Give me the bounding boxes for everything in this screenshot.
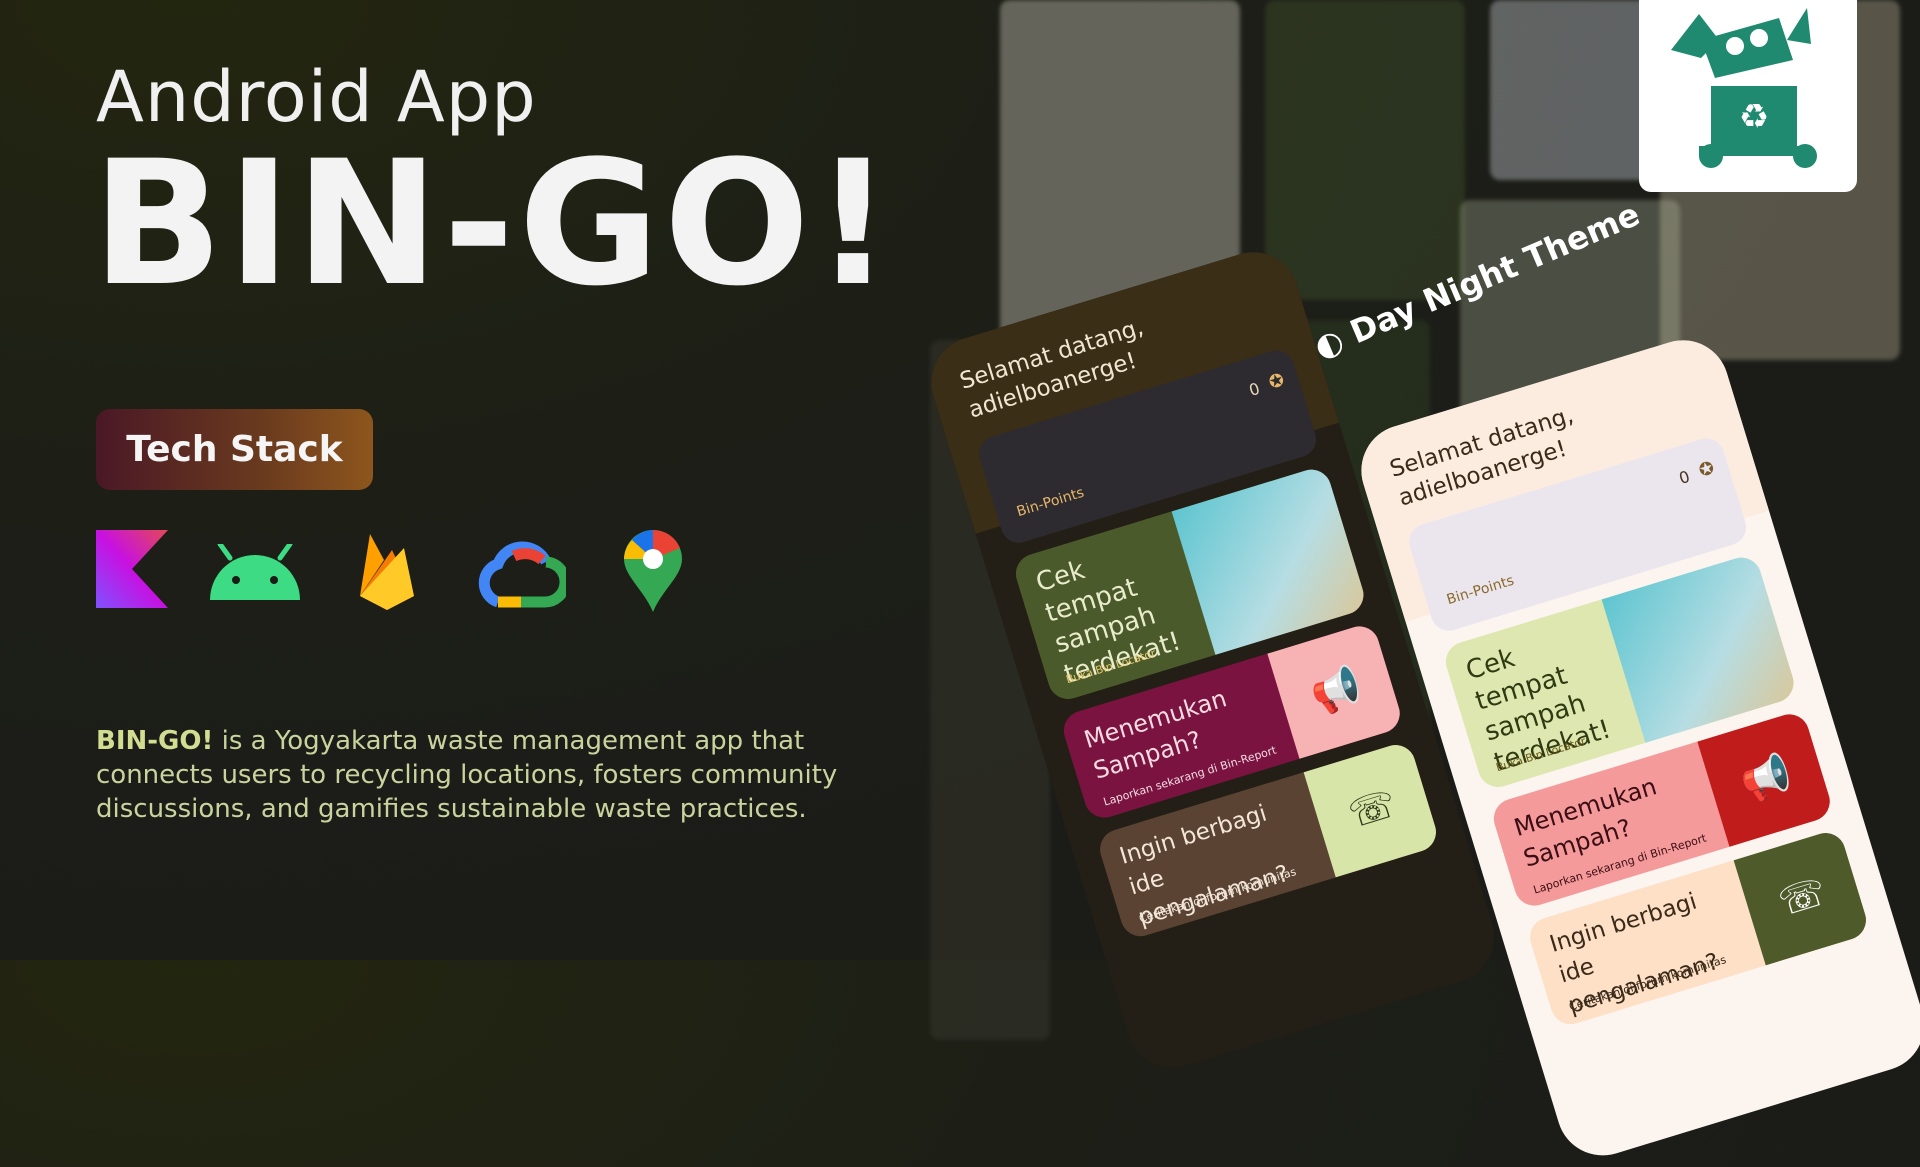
brand-name: BIN-GO! [96, 726, 214, 756]
points-label: Bin-Points [1014, 484, 1086, 521]
bin-robot-icon: ♻ [1671, 8, 1817, 168]
app-description: BIN-GO! is a Yogyakarta waste management… [96, 724, 856, 826]
app-title: BIN-GO! [92, 123, 897, 324]
megaphone-box: 📢 [1267, 621, 1405, 759]
points-label: Bin-Points [1444, 572, 1516, 609]
bingo-logo: ♻ [1639, 0, 1857, 192]
google-maps-icon [624, 530, 682, 612]
google-cloud-icon [478, 541, 566, 608]
card2-title: Menemukan Sampah? [1080, 684, 1230, 785]
coin-icon: ✪ [1266, 369, 1287, 394]
discussion-icon: ☏ [1773, 868, 1832, 925]
forum-box: ☏ [1733, 828, 1871, 966]
android-icon [210, 544, 300, 600]
forum-box: ☏ [1303, 740, 1441, 878]
tech-stack-badge: Tech Stack [96, 409, 373, 490]
card2-title: Menemukan Sampah? [1510, 772, 1660, 873]
megaphone-box: 📢 [1697, 709, 1835, 847]
tech-stack-label: Tech Stack [126, 429, 343, 470]
coin-icon: ✪ [1696, 457, 1717, 482]
svg-text:♻: ♻ [1739, 97, 1769, 137]
points-value: 0 [1676, 466, 1693, 488]
megaphone-icon: 📢 [1305, 661, 1367, 720]
discussion-icon: ☏ [1343, 780, 1402, 837]
megaphone-icon: 📢 [1735, 749, 1797, 808]
points-value: 0 [1246, 378, 1263, 400]
firebase-icon [360, 534, 414, 610]
kotlin-icon [96, 530, 168, 608]
